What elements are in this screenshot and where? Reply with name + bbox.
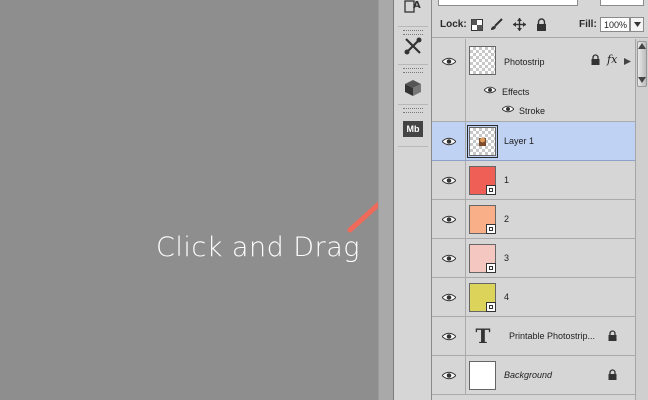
layer-thumbnail xyxy=(469,166,496,195)
lock-icon xyxy=(608,330,617,343)
layer-row-layer-1[interactable]: Layer 1 xyxy=(432,122,635,161)
panel-divider[interactable] xyxy=(378,0,394,400)
character-style-icon[interactable]: A xyxy=(402,0,424,17)
layer-row-background[interactable]: Background xyxy=(432,356,635,395)
effects-eye-icon[interactable] xyxy=(484,86,496,94)
layer-thumbnail xyxy=(469,205,496,234)
dock-grip[interactable] xyxy=(403,68,423,73)
visibility-eye-icon[interactable] xyxy=(432,161,466,199)
layer-thumbnail xyxy=(469,283,496,312)
stroke-effect-row[interactable]: Stroke xyxy=(432,102,635,122)
layers-scrollbar[interactable] xyxy=(635,39,648,400)
layers-list: Photostrip fx Effects Stroke Layer 1 1 2… xyxy=(432,39,635,395)
visibility-eye-icon[interactable] xyxy=(432,122,466,160)
fx-badge[interactable]: fx xyxy=(607,53,617,66)
layers-panel: Lock: Fill: 100% Photostrip fx Effects S… xyxy=(432,0,648,400)
smart-object-icon xyxy=(486,302,496,312)
layer-row-2[interactable]: 2 xyxy=(432,200,635,239)
visibility-eye-icon[interactable] xyxy=(432,239,466,277)
visibility-eye-icon[interactable] xyxy=(432,278,466,316)
lock-icon xyxy=(608,369,617,382)
visibility-eye-icon[interactable] xyxy=(432,200,466,238)
mini-bridge-icon[interactable]: Mb xyxy=(402,118,424,140)
scroll-up-icon[interactable] xyxy=(638,43,646,49)
stroke-label: Stroke xyxy=(519,106,546,116)
stroke-eye-icon[interactable] xyxy=(502,105,514,113)
layer-row-photostrip[interactable]: Photostrip fx xyxy=(432,39,635,83)
layer-thumbnail xyxy=(469,244,496,273)
instruction-text: Click and Drag xyxy=(156,232,360,263)
lock-row: Lock: Fill: 100% xyxy=(432,12,648,38)
fill-dropdown-icon[interactable] xyxy=(630,17,644,32)
smart-object-icon xyxy=(486,263,496,273)
smart-object-icon xyxy=(486,185,496,195)
layer-name: 3 xyxy=(504,253,510,263)
tools-preset-icon[interactable] xyxy=(402,35,424,57)
lock-icon xyxy=(591,54,600,67)
expand-arrow-icon[interactable] xyxy=(624,57,631,67)
fill-field[interactable]: 100% xyxy=(600,17,630,32)
fill-label: Fill: xyxy=(579,19,597,30)
layer-thumbnail xyxy=(469,46,496,75)
effects-label: Effects xyxy=(502,87,530,97)
layer-row-4[interactable]: 4 xyxy=(432,278,635,317)
panel-dock: A Mb xyxy=(394,0,432,400)
lock-image-pixels-icon[interactable] xyxy=(490,18,503,31)
layer-name: Background xyxy=(504,370,553,380)
visibility-eye-icon[interactable] xyxy=(432,356,466,394)
document-canvas[interactable]: Click and Drag xyxy=(0,0,426,400)
visibility-eye-icon[interactable] xyxy=(432,39,466,83)
lock-transparent-pixels-icon[interactable] xyxy=(470,18,483,31)
lock-all-icon[interactable] xyxy=(535,18,548,31)
layer-thumbnail xyxy=(469,361,496,390)
layer-name: Layer 1 xyxy=(504,136,535,146)
smart-object-icon xyxy=(486,224,496,234)
layer-name: Photostrip xyxy=(504,57,545,67)
opacity-field[interactable] xyxy=(600,0,644,6)
lock-position-icon[interactable] xyxy=(513,18,526,31)
blend-mode-select[interactable] xyxy=(438,0,578,6)
layer-name: 4 xyxy=(504,292,510,302)
mini-bridge-label: Mb xyxy=(403,121,423,137)
layer-thumbnail xyxy=(467,125,498,158)
layer-row-printable-photostrip[interactable]: T Printable Photostrip... xyxy=(432,317,635,356)
dock-grip[interactable] xyxy=(403,108,423,113)
text-layer-icon: T xyxy=(475,324,491,348)
layer-name: Printable Photostrip... xyxy=(509,331,596,341)
layer-row-1[interactable]: 1 xyxy=(432,161,635,200)
visibility-eye-icon[interactable] xyxy=(432,317,466,355)
scroll-down-icon[interactable] xyxy=(638,77,646,83)
effects-row[interactable]: Effects xyxy=(432,83,635,102)
lock-label: Lock: xyxy=(440,19,467,30)
svg-text:A: A xyxy=(413,0,421,11)
layer-name: 1 xyxy=(504,175,510,185)
3d-cube-icon[interactable] xyxy=(402,77,424,99)
layer-row-3[interactable]: 3 xyxy=(432,239,635,278)
layer-name: 2 xyxy=(504,214,510,224)
